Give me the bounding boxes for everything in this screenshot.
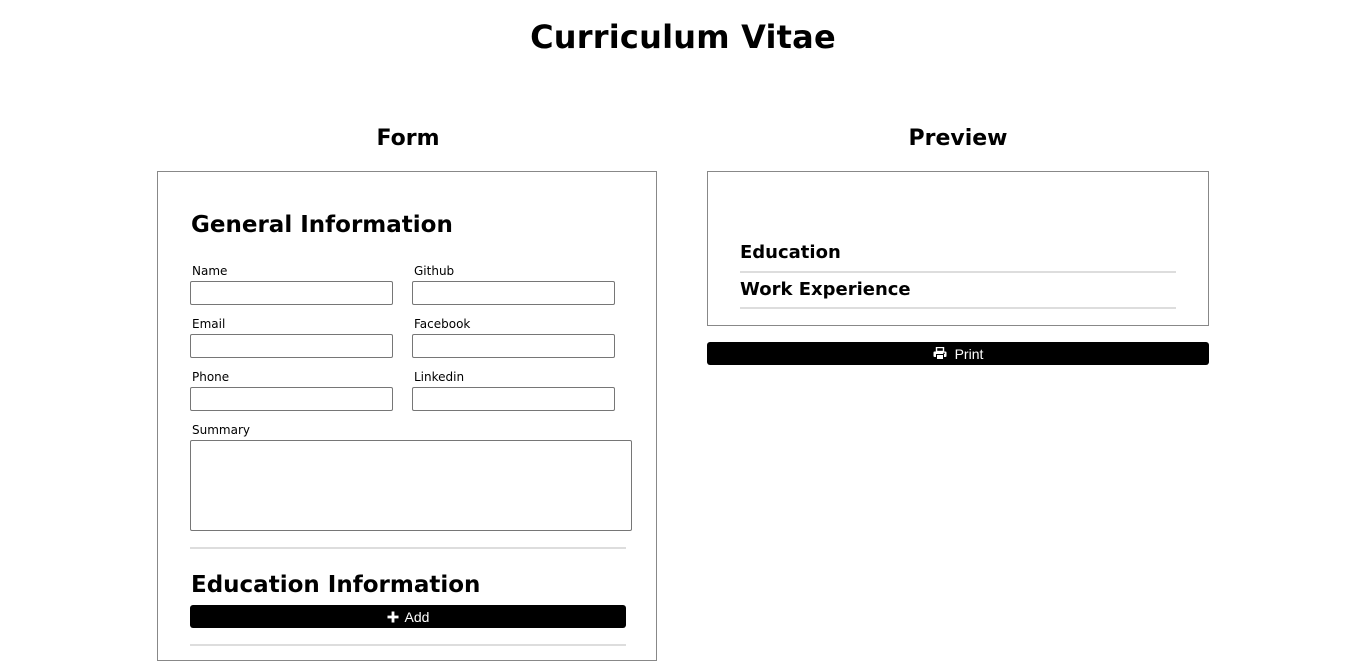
- education-information-heading: Education Information: [191, 572, 481, 598]
- general-information-heading: General Information: [191, 212, 453, 238]
- linkedin-input[interactable]: [412, 387, 615, 411]
- preview-panel: Education Work Experience: [707, 171, 1209, 326]
- facebook-label: Facebook: [414, 317, 471, 331]
- form-panel: General Information Name Github Email Fa…: [157, 171, 657, 661]
- email-label: Email: [192, 317, 226, 331]
- name-label: Name: [192, 264, 228, 278]
- github-input[interactable]: [412, 281, 615, 305]
- facebook-input[interactable]: [412, 334, 615, 358]
- add-button-label: Add: [404, 608, 430, 625]
- summary-label: Summary: [192, 423, 250, 437]
- section-divider: [190, 547, 626, 549]
- email-input[interactable]: [190, 334, 393, 358]
- printer-icon: [933, 347, 947, 360]
- form-column-title: Form: [376, 126, 440, 151]
- preview-column-title: Preview: [908, 126, 1008, 151]
- preview-divider: [740, 271, 1176, 273]
- preview-divider: [740, 307, 1176, 309]
- print-button-label: Print: [954, 345, 984, 362]
- plus-icon: [387, 611, 399, 623]
- print-button[interactable]: Print: [707, 342, 1209, 365]
- preview-education-heading: Education: [740, 242, 841, 263]
- summary-textarea[interactable]: [190, 440, 632, 531]
- phone-input[interactable]: [190, 387, 393, 411]
- page-title: Curriculum Vitae: [530, 18, 836, 56]
- github-label: Github: [414, 264, 455, 278]
- section-divider: [190, 644, 626, 646]
- linkedin-label: Linkedin: [414, 370, 465, 384]
- preview-work-experience-heading: Work Experience: [740, 279, 911, 300]
- add-education-button[interactable]: Add: [190, 605, 626, 628]
- name-input[interactable]: [190, 281, 393, 305]
- phone-label: Phone: [192, 370, 230, 384]
